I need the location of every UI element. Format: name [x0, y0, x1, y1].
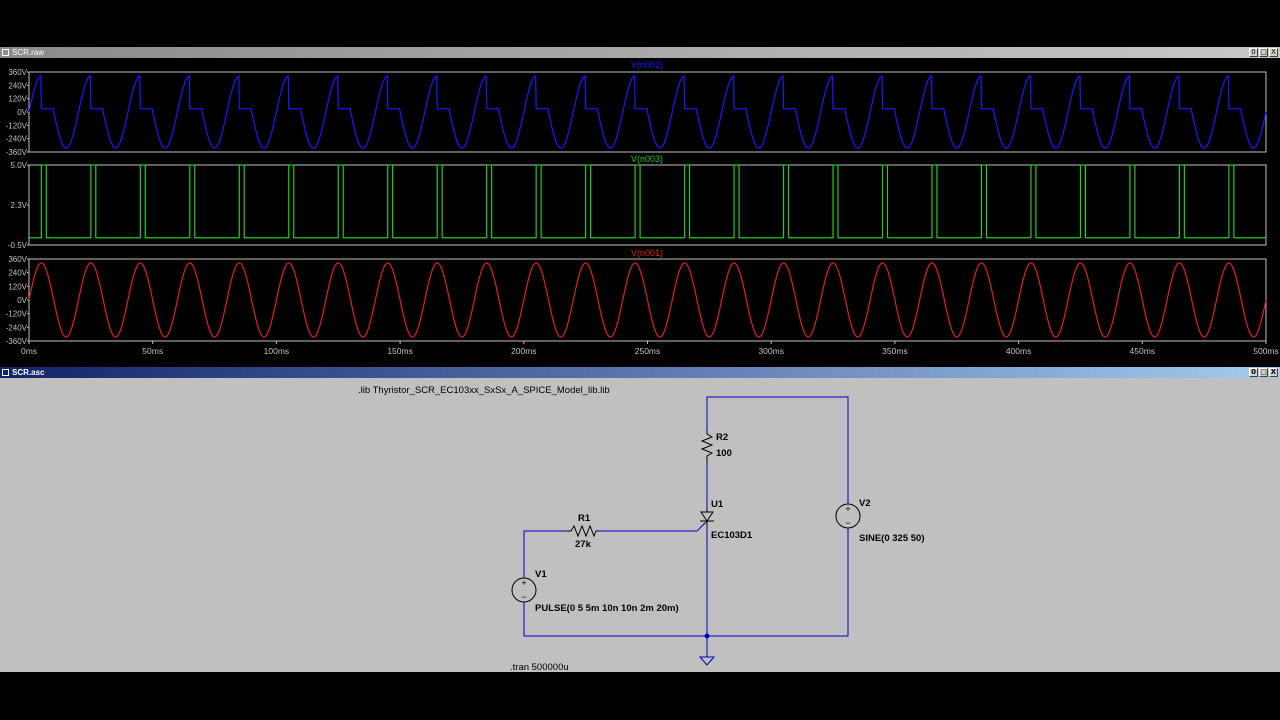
x-tick-label: 500ms [1253, 346, 1279, 356]
pane-v-n003[interactable]: V(n003) 5.0V 2.3V -0.5V [8, 154, 1267, 250]
trace-label-v-n001[interactable]: V(n001) [631, 248, 663, 258]
u1-value: EC103D1 [711, 530, 753, 541]
junction-dot [704, 633, 710, 639]
svg-text:+: + [845, 504, 850, 514]
y-axis-bot-tick-label: -360V [6, 337, 28, 346]
y-axis-bot-tick-label: -120V [6, 310, 28, 319]
maximize-button[interactable]: □ [1259, 368, 1268, 377]
y-axis-bot-tick-label: 0V [17, 296, 27, 305]
v2-name: V2 [859, 498, 871, 509]
x-tick-label: 50ms [142, 346, 163, 356]
svg-text:−: − [845, 518, 850, 528]
x-tick-label: 400ms [1006, 346, 1032, 356]
wires[interactable] [523, 396, 849, 657]
r1-value: 27k [575, 539, 592, 550]
svg-text:+: + [521, 578, 526, 588]
y-axis-bot-tick-label: 120V [8, 282, 27, 291]
svg-text:−: − [521, 592, 526, 602]
x-tick-label: 200ms [511, 346, 537, 356]
x-tick-label: 150ms [387, 346, 413, 356]
schematic-titlebar[interactable]: SCR.asc 0 □ X [0, 367, 1280, 378]
resistor-r2[interactable]: R2 100 [700, 431, 732, 462]
y-axis-mid-tick-label: 5.0V [11, 161, 28, 170]
close-button[interactable]: X [1269, 368, 1278, 377]
schematic-window[interactable]: SCR.asc 0 □ X .lib Thyristor_SCR_EC103xx… [0, 367, 1280, 672]
voltage-source-v2[interactable]: + − V2 SINE(0 325 50) [835, 498, 924, 544]
y-axis-top-tick-label: 360V [8, 68, 27, 77]
minimize-button[interactable]: 0 [1249, 368, 1258, 377]
resistor-r1[interactable]: R1 27k [567, 513, 599, 550]
ground-symbol[interactable] [698, 656, 716, 666]
x-tick-label: 100ms [264, 346, 290, 356]
wire[interactable] [707, 528, 849, 637]
r2-name: R2 [716, 432, 728, 443]
x-axis: 0ms 50ms 100ms 150ms 200ms 250ms 300ms 350ms 400… [21, 341, 1279, 356]
r1-name: R1 [578, 513, 591, 524]
pane-v-n001[interactable]: V(n001) 360V 240V 120V 0V -120V -240V -360V [6, 248, 1267, 346]
y-axis-top-tick-label: 240V [8, 81, 27, 90]
u1-name: U1 [711, 499, 724, 510]
y-axis-bot-tick-label: -240V [6, 323, 28, 332]
trace-label-v-n002[interactable]: V(n002) [631, 60, 663, 70]
schematic-title: SCR.asc [12, 368, 45, 377]
y-axis-top-tick-label: -120V [6, 121, 28, 130]
y-axis-top-tick-label: 0V [17, 108, 27, 117]
v1-name: V1 [535, 569, 547, 580]
y-axis-top-tick-label: -240V [6, 135, 28, 144]
y-axis-top-tick-label: 120V [8, 95, 27, 104]
y-axis-bot-tick-label: 360V [8, 255, 27, 264]
trace-label-v-n003[interactable]: V(n003) [631, 154, 663, 164]
y-axis-top-tick-label: -360V [6, 148, 28, 157]
wire[interactable] [599, 524, 704, 532]
waveform-plot-area[interactable]: V(n002) 360V 240V 120V 0V -120V -240V -360V V(… [0, 47, 1280, 359]
y-axis-mid-tick-label: 2.3V [11, 201, 28, 210]
y-axis-mid-tick-label: -0.5V [8, 241, 28, 250]
schematic-app-icon [2, 369, 9, 376]
voltage-source-v1[interactable]: + − V1 PULSE(0 5 5m 10n 10n 2m 20m) [511, 569, 679, 614]
scr-u1[interactable] [700, 510, 714, 526]
pane-v-n002[interactable]: V(n002) 360V 240V 120V 0V -120V -240V -360V [6, 60, 1267, 157]
lib-directive[interactable]: .lib Thyristor_SCR_EC103xx_SxSx_A_SPICE_… [358, 385, 610, 396]
x-tick-label: 350ms [882, 346, 908, 356]
x-tick-label: 450ms [1130, 346, 1156, 356]
y-axis-bot-tick-label: 240V [8, 269, 27, 278]
v2-value: SINE(0 325 50) [859, 533, 924, 544]
x-tick-label: 300ms [758, 346, 784, 356]
x-tick-label: 250ms [635, 346, 661, 356]
x-tick-label: 0ms [21, 346, 37, 356]
waveform-window[interactable]: SCR.raw 0 □ X V(n002) 360V 240V 120V 0V -120… [0, 47, 1280, 359]
v1-value: PULSE(0 5 5m 10n 10n 2m 20m) [535, 603, 679, 614]
schematic-canvas[interactable]: .lib Thyristor_SCR_EC103xx_SxSx_A_SPICE_… [0, 378, 1280, 672]
r2-value: 100 [716, 448, 732, 459]
tran-directive[interactable]: .tran 500000u [510, 662, 569, 672]
